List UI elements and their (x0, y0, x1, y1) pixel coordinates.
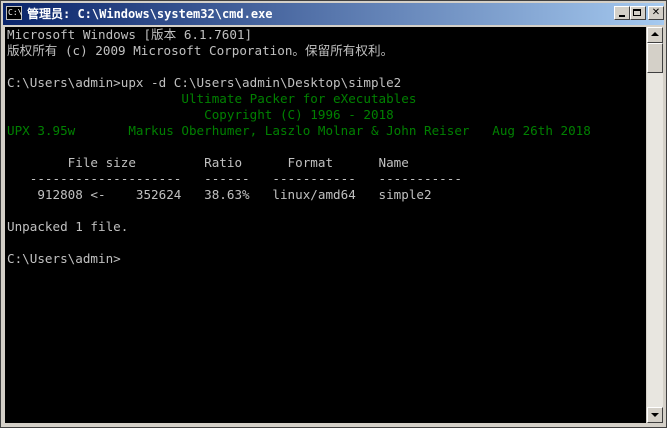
maximize-button[interactable] (630, 6, 646, 20)
close-icon: ✕ (651, 7, 661, 18)
upx-banner-version: UPX 3.95w Markus Oberhumer, Laszlo Molna… (7, 123, 591, 138)
minimize-icon (619, 15, 625, 17)
scroll-up-button[interactable] (647, 27, 663, 43)
status-message: Unpacked 1 file. (7, 219, 129, 234)
cmd-window: C:\ 管理员: C:\Windows\system32\cmd.exe ✕ M… (0, 0, 667, 428)
title-bar[interactable]: C:\ 管理员: C:\Windows\system32\cmd.exe ✕ (3, 3, 664, 25)
arrow-up-icon (651, 32, 659, 36)
upx-banner-title: Ultimate Packer for eXecutables (7, 91, 417, 106)
window-title: 管理员: C:\Windows\system32\cmd.exe (27, 7, 273, 21)
cmd-icon: C:\ (6, 6, 22, 20)
scroll-thumb[interactable] (647, 43, 663, 73)
table-divider: -------------------- ------ ----------- … (7, 171, 462, 186)
scroll-down-button[interactable] (647, 407, 663, 423)
console-output[interactable]: Microsoft Windows [版本 6.1.7601] 版权所有 (c)… (5, 27, 646, 423)
minimize-button[interactable] (614, 6, 630, 20)
close-button[interactable]: ✕ (648, 6, 664, 20)
command-prompt[interactable]: C:\Users\admin> (7, 251, 121, 267)
console-line: 版权所有 (c) 2009 Microsoft Corporation。保留所有… (7, 43, 394, 58)
console-line: Microsoft Windows [版本 6.1.7601] (7, 27, 253, 42)
upx-banner-copyright: Copyright (C) 1996 - 2018 (7, 107, 394, 122)
table-header: File size Ratio Format Name (7, 155, 409, 170)
console-line: C:\Users\admin>upx -d C:\Users\admin\Des… (7, 75, 402, 90)
arrow-down-icon (651, 413, 659, 417)
table-row: 912808 <- 352624 38.63% linux/amd64 simp… (7, 187, 432, 202)
maximize-icon (633, 9, 641, 16)
vertical-scrollbar[interactable] (647, 27, 663, 423)
